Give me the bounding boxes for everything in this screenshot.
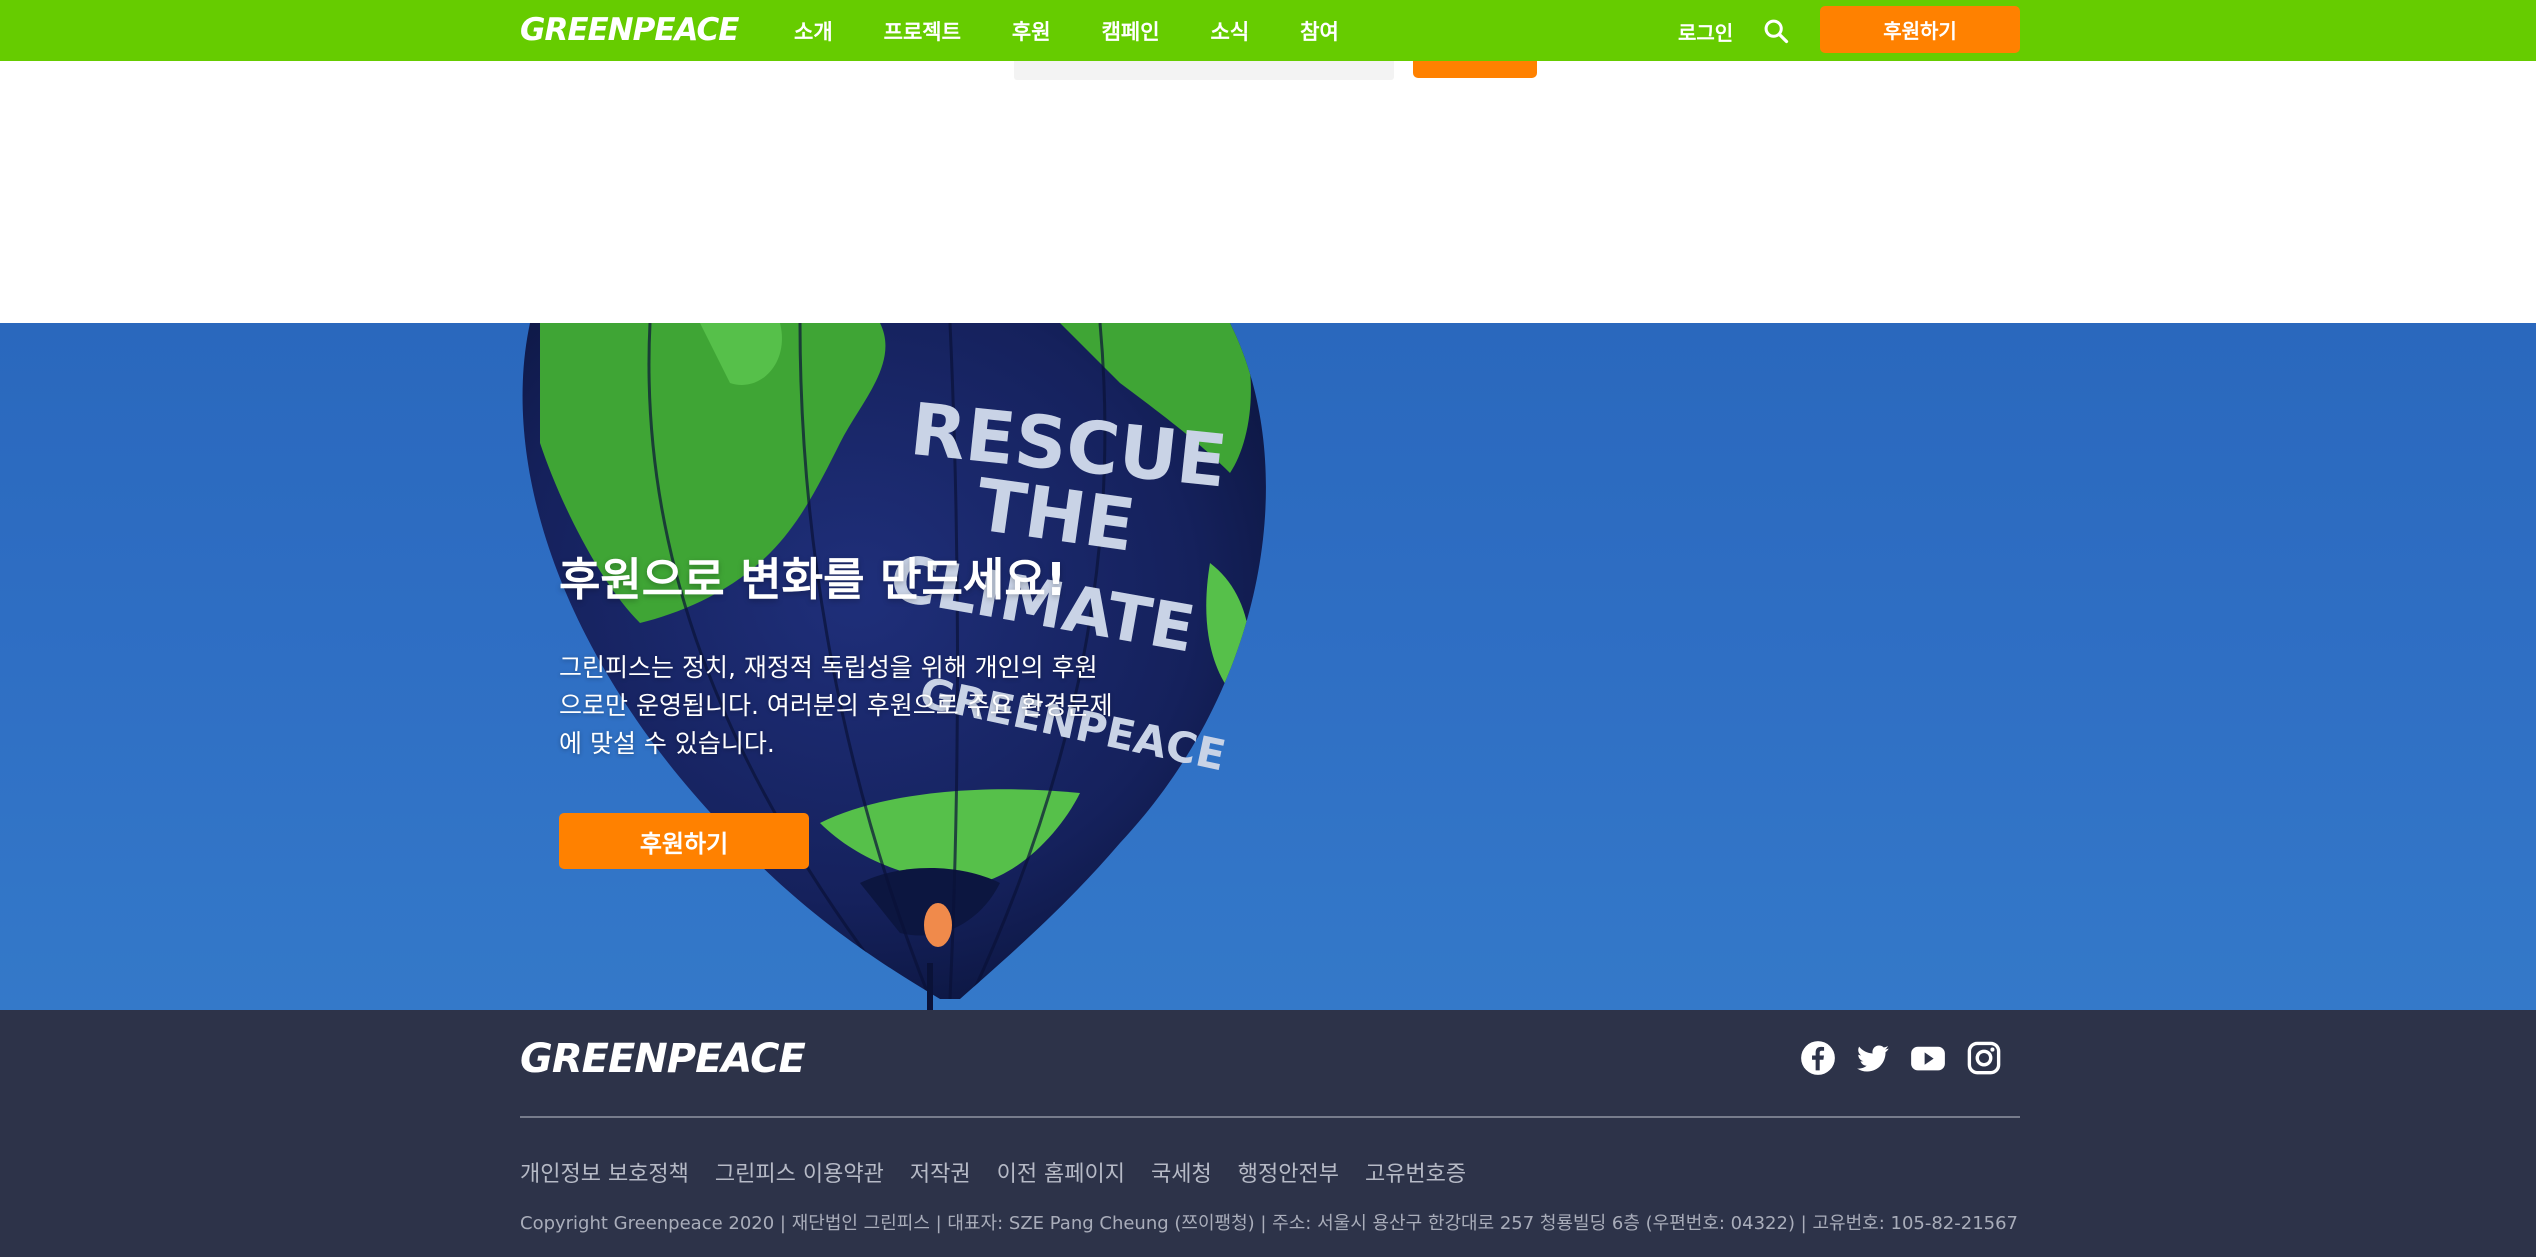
twitter-icon[interactable] — [1855, 1040, 1891, 1076]
nav-item-news[interactable]: 소식 — [1211, 16, 1250, 46]
footer-link-old-homepage[interactable]: 이전 홈페이지 — [997, 1156, 1125, 1188]
facebook-icon[interactable] — [1800, 1040, 1836, 1076]
footer-link-mois[interactable]: 행정안전부 — [1238, 1156, 1339, 1188]
donate-button-hero[interactable]: 후원하기 — [559, 813, 809, 869]
newsletter-submit-partial[interactable] — [1413, 61, 1537, 78]
footer-divider — [520, 1116, 2020, 1118]
donate-button-header[interactable]: 후원하기 — [1820, 6, 2020, 53]
search-icon[interactable] — [1762, 17, 1790, 45]
donation-hero: RESCUE THE CLIMATE GREENPEACE 후원으로 변화를 만… — [0, 323, 2536, 1010]
site-header: GREENPEACE 소개 프로젝트 후원 캠페인 소식 참여 로그인 후원하기 — [0, 0, 2536, 61]
footer-links: 개인정보 보호정책 그린피스 이용약관 저작권 이전 홈페이지 국세청 행정안전… — [520, 1156, 1492, 1188]
nav-item-projects[interactable]: 프로젝트 — [884, 16, 961, 46]
main-nav: 소개 프로젝트 후원 캠페인 소식 참여 — [794, 0, 1390, 61]
site-footer: GREENPEACE 개인정보 보호정책 그린피스 이용약관 저작권 이전 홈페… — [0, 1010, 2536, 1257]
nav-item-support[interactable]: 후원 — [1012, 16, 1051, 46]
hero-description: 그린피스는 정치, 재정적 독립성을 위해 개인의 후원으로만 운영됩니다. 여… — [559, 653, 1113, 758]
youtube-icon[interactable] — [1910, 1040, 1946, 1076]
footer-link-privacy[interactable]: 개인정보 보호정책 — [520, 1156, 689, 1188]
nav-item-campaigns[interactable]: 캠페인 — [1102, 16, 1160, 46]
nav-item-about[interactable]: 소개 — [794, 16, 833, 46]
greenpeace-logo[interactable]: GREENPEACE — [520, 12, 739, 48]
newsletter-input-partial[interactable] — [1014, 61, 1394, 80]
footer-link-copyright[interactable]: 저작권 — [910, 1156, 971, 1188]
footer-link-terms[interactable]: 그린피스 이용약관 — [715, 1156, 884, 1188]
copyright-text: Copyright Greenpeace 2020 | 재단법인 그린피스 | … — [520, 1213, 2019, 1234]
hot-air-balloon-image: RESCUE THE CLIMATE GREENPEACE — [522, 323, 1266, 1010]
instagram-icon[interactable] — [1966, 1040, 2002, 1076]
footer-link-registration[interactable]: 고유번호증 — [1365, 1156, 1466, 1188]
nav-item-participate[interactable]: 참여 — [1300, 16, 1339, 46]
footer-greenpeace-logo[interactable]: GREENPEACE — [520, 1036, 806, 1082]
footer-link-nts[interactable]: 국세청 — [1151, 1156, 1212, 1188]
hero-title: 후원으로 변화를 만드세요! — [559, 553, 1067, 606]
login-link[interactable]: 로그인 — [1678, 17, 1733, 46]
